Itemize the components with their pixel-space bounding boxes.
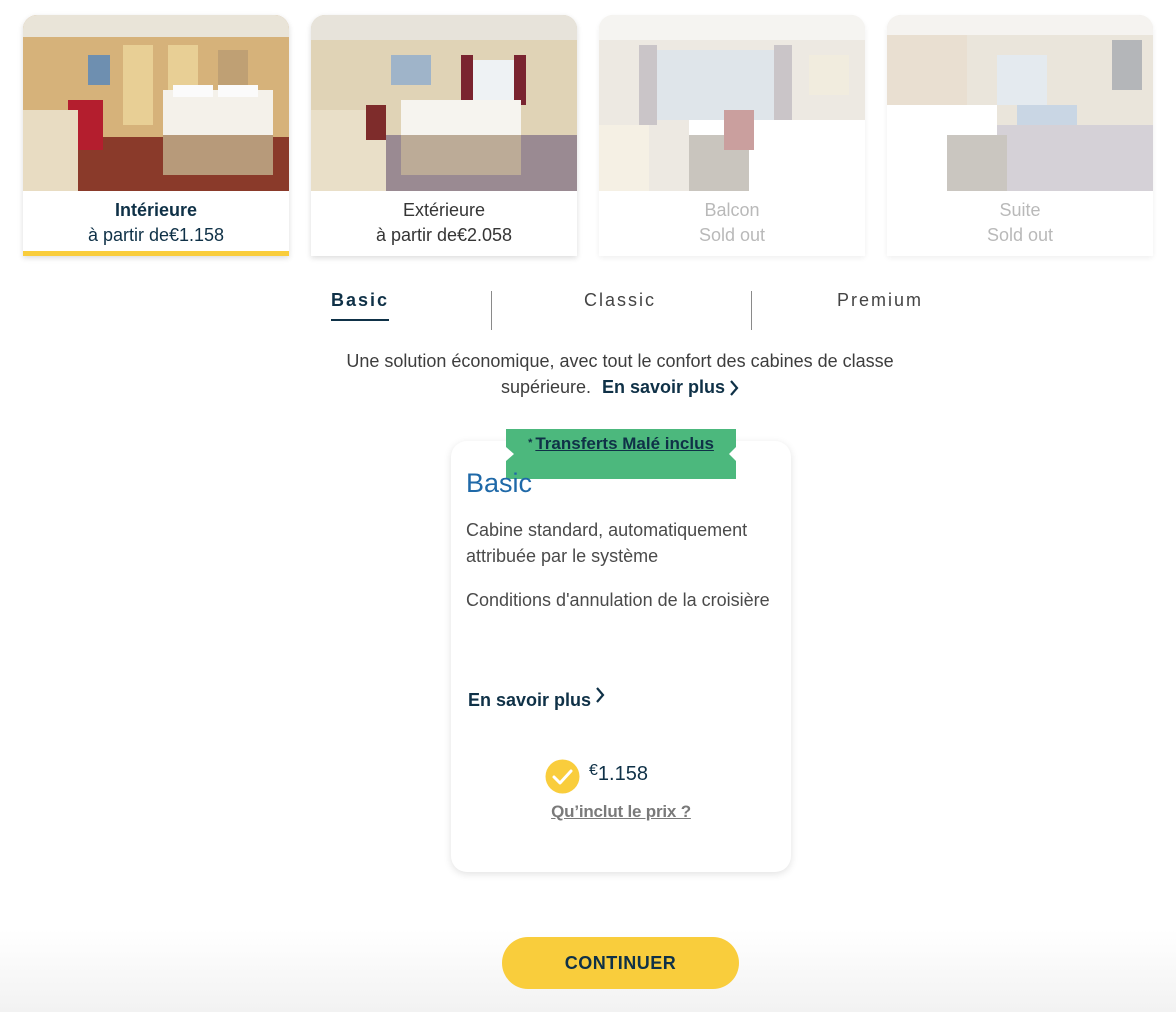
fare-tabs: Basic Classic Premium: [330, 284, 970, 332]
tab-basic[interactable]: Basic: [330, 284, 390, 330]
cabin-card-balcon: Balcon Sold out: [599, 15, 865, 256]
learn-more-link[interactable]: En savoir plus: [602, 377, 739, 397]
balcony-cabin-photo: [599, 15, 865, 191]
chevron-right-icon: [730, 380, 739, 396]
cabin-card-suite: Suite Sold out: [887, 15, 1153, 256]
tab-divider: [751, 291, 752, 330]
fare-learn-more-link[interactable]: En savoir plus: [468, 686, 605, 711]
cabin-price: Sold out: [986, 225, 1054, 245]
chevron-right-icon: [596, 687, 605, 703]
tab-label: Classic: [583, 290, 656, 310]
transfer-ribbon: * Transferts Malé inclus: [506, 429, 736, 479]
suite-cabin-photo: [887, 15, 1153, 191]
price-currency: €: [589, 762, 598, 779]
continue-button[interactable]: CONTINUER: [502, 937, 739, 989]
cabin-card-exterieure[interactable]: Extérieure à partir de€2.058: [311, 15, 577, 256]
selected-indicator: [23, 251, 289, 256]
fare-feature: Cabine standard, automatiquement attribu…: [466, 520, 748, 566]
fare-description: Une solution économique, avec tout le co…: [320, 348, 920, 400]
price-info-link[interactable]: Qu’inclut le prix ?: [451, 802, 791, 822]
cabin-price: Sold out: [698, 225, 766, 245]
cabin-selection-page: Intérieure à partir de€1.158 Extérieure …: [0, 0, 1176, 1012]
tab-divider: [491, 291, 492, 330]
interior-cabin-photo: [23, 15, 289, 191]
cabin-card-label: Extérieure à partir de€2.058: [311, 191, 577, 256]
fare-price: €1.158: [589, 762, 648, 786]
fare-feature: Conditions d'annulation de la croisière: [466, 590, 770, 610]
exterior-cabin-photo: [311, 15, 577, 191]
tab-premium[interactable]: Premium: [825, 284, 935, 330]
tab-label: Basic: [330, 284, 390, 321]
ribbon-star: *: [528, 437, 533, 449]
cabin-price: à partir de€2.058: [375, 225, 513, 245]
learn-more-label: En savoir plus: [602, 377, 726, 397]
cabin-card-label: Suite Sold out: [887, 191, 1153, 256]
tab-classic[interactable]: Classic: [560, 284, 680, 330]
cabin-card-label: Intérieure à partir de€1.158: [23, 191, 289, 256]
fare-learn-more-label: En savoir plus: [468, 690, 592, 710]
cabin-name: Intérieure: [114, 200, 198, 220]
ribbon-notch: [729, 447, 736, 461]
price-amount: 1.158: [597, 763, 648, 785]
cabin-name: Balcon: [704, 200, 760, 220]
tab-label: Premium: [836, 290, 923, 310]
cabin-card-interieure[interactable]: Intérieure à partir de€1.158: [23, 15, 289, 256]
cabin-card-label: Balcon Sold out: [599, 191, 865, 256]
cabin-name: Extérieure: [402, 200, 486, 220]
ribbon-link[interactable]: Transferts Malé inclus: [535, 434, 714, 453]
cabin-price: à partir de€1.158: [87, 225, 225, 245]
cabin-name: Suite: [999, 200, 1041, 220]
cabin-type-list: Intérieure à partir de€1.158 Extérieure …: [23, 15, 1153, 256]
selected-check-icon[interactable]: [545, 759, 580, 794]
fare-title: Basic: [466, 468, 533, 498]
